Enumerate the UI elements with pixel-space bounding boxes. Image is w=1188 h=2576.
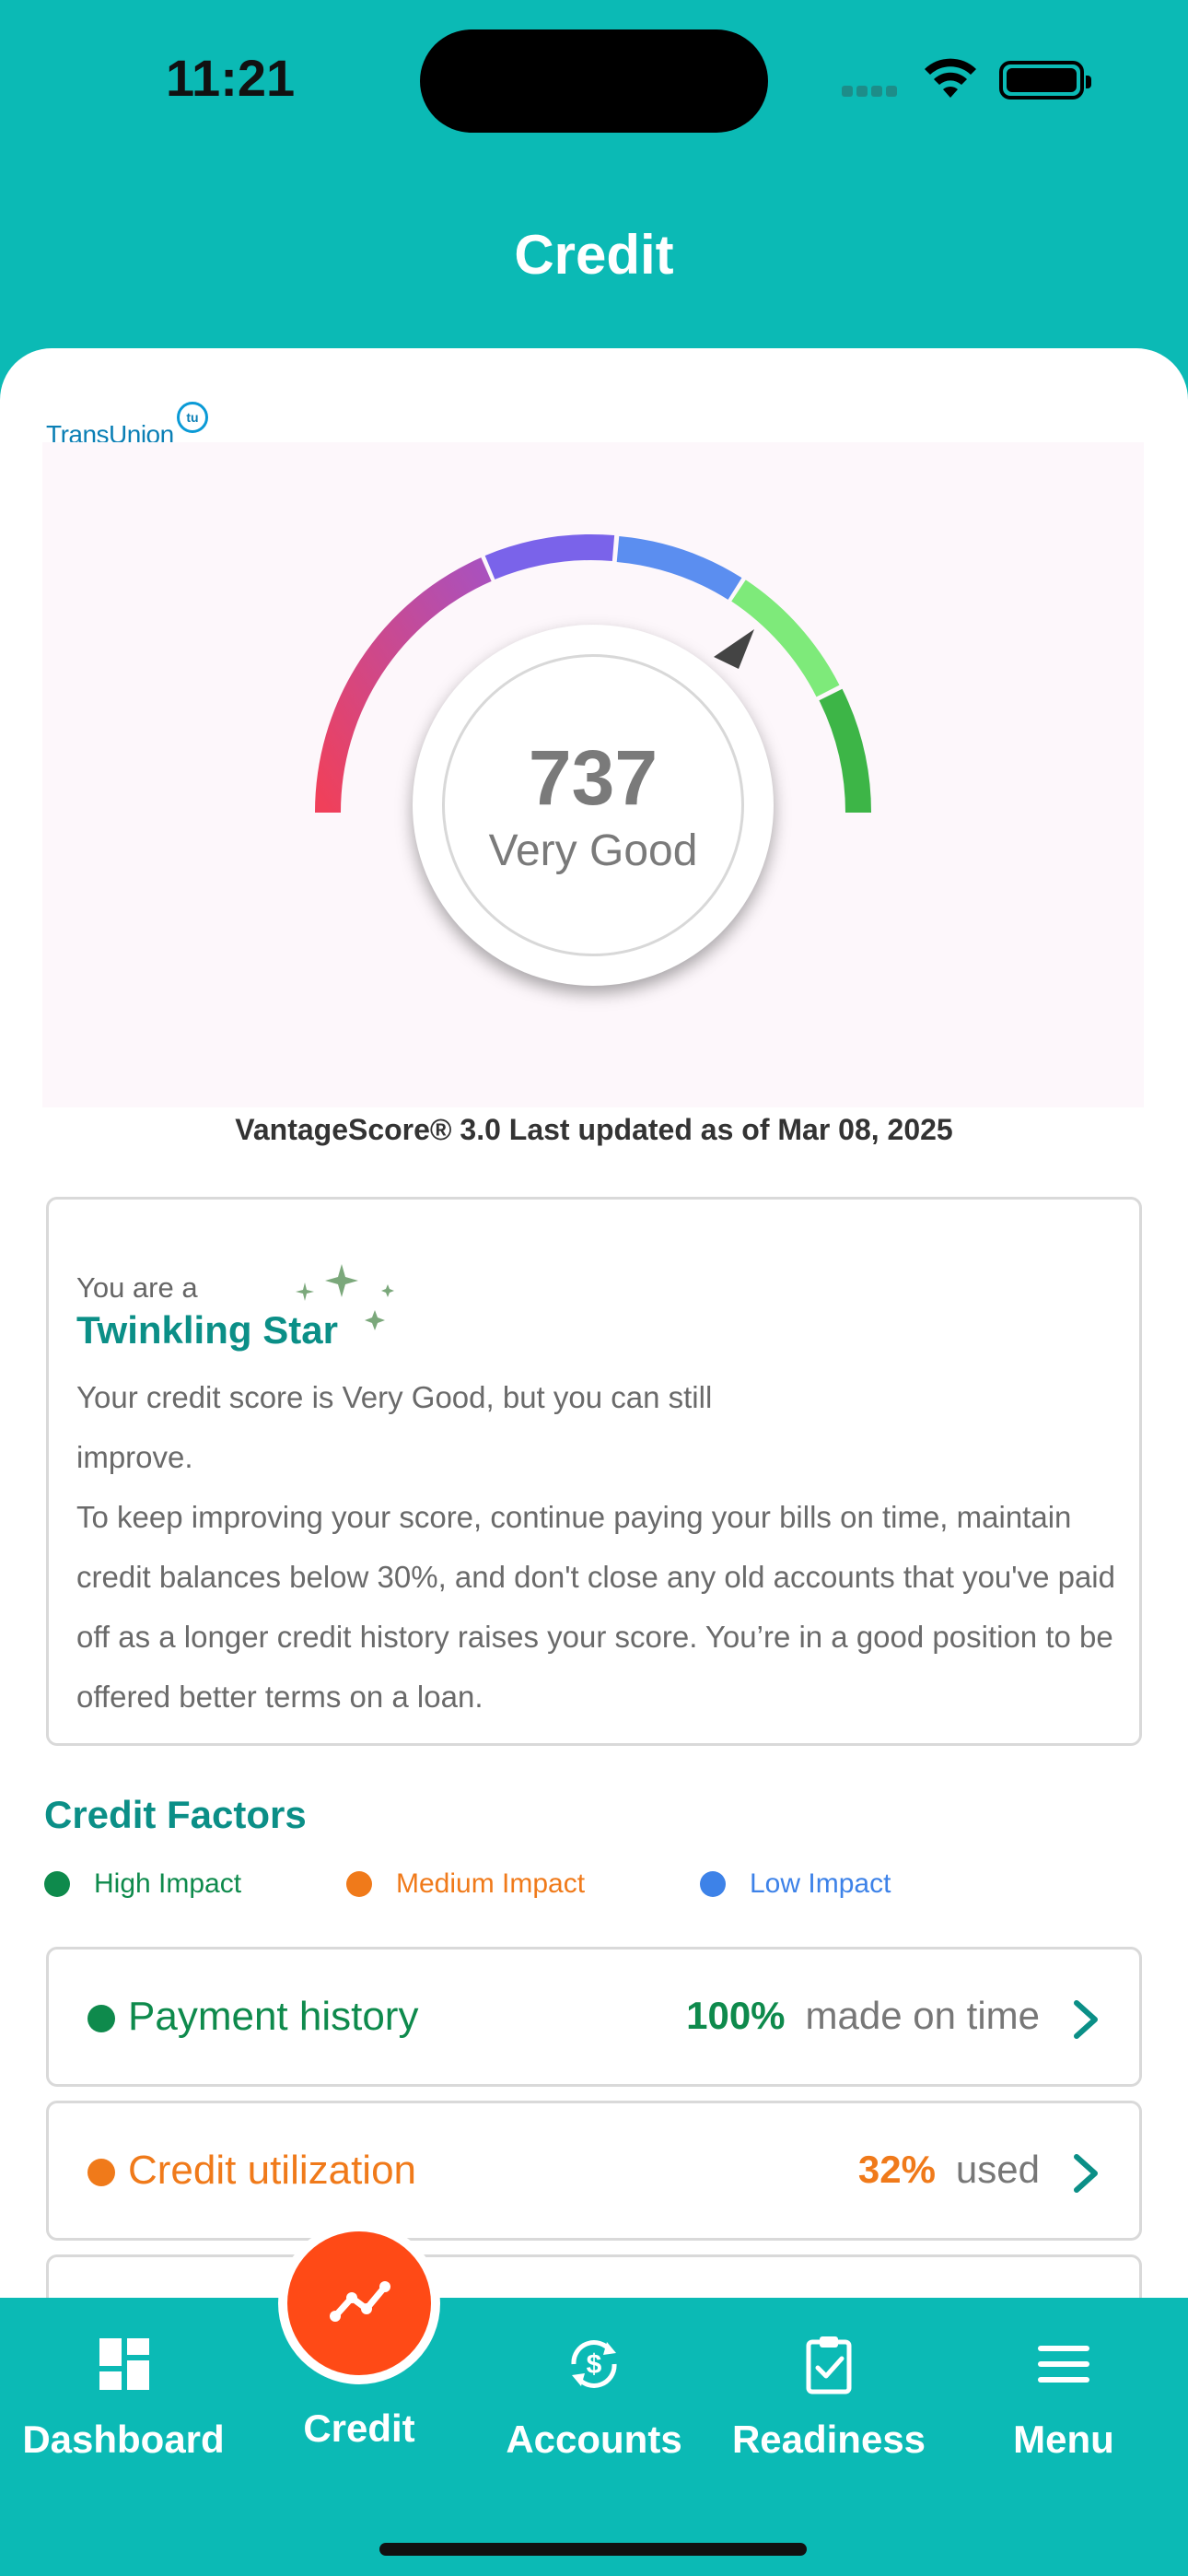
score-insight-card: You are a Twinkling Star Your credit sco…: [46, 1197, 1142, 1746]
bottom-tab-bar: Dashboard Credit $ Accounts Readiness Me…: [0, 2222, 1188, 2576]
gauge-segment-excellent: [819, 688, 871, 814]
high-impact-dot-icon: [87, 2005, 115, 2032]
gauge-segment-very-good: [731, 580, 840, 697]
factor-value: 100%: [686, 1994, 786, 2037]
factor-suffix: made on time: [805, 1994, 1040, 2037]
low-impact-dot-icon: [700, 1871, 726, 1897]
factor-value: 32%: [857, 2148, 936, 2191]
transunion-badge: tu: [177, 402, 208, 433]
cellular-signal-icon: [842, 85, 904, 98]
credit-score-rating: Very Good: [488, 826, 698, 875]
medium-impact-dot-icon: [87, 2159, 115, 2186]
score-model-info: VantageScore® 3.0 Last updated as of Mar…: [235, 1113, 953, 1146]
tab-accounts[interactable]: $ Accounts: [475, 2331, 713, 2462]
chevron-right-icon: [1074, 2000, 1098, 2039]
tab-readiness[interactable]: Readiness: [710, 2331, 948, 2462]
credit-fab-button[interactable]: [278, 2222, 440, 2384]
high-impact-dot-icon: [44, 1871, 70, 1897]
battery-icon: [999, 61, 1091, 100]
factor-credit-utilization[interactable]: Credit utilization 32% used: [46, 2101, 1142, 2241]
main-content[interactable]: TransUnion tu 737 Very Good VantageScore…: [0, 348, 1188, 2576]
credit-score-value: 737: [528, 734, 658, 821]
credit-factors-heading: Credit Factors: [44, 1793, 307, 1836]
tab-dashboard[interactable]: Dashboard: [5, 2331, 242, 2462]
credit-score-gauge: 737 Very Good: [42, 442, 1144, 1107]
gauge-segment-fair: [484, 534, 615, 580]
factor-name: Credit utilization: [128, 2148, 417, 2193]
clipboard-check-icon: [806, 2336, 852, 2395]
legend-high-impact: High Impact: [44, 1868, 241, 1900]
dashboard-icon: [99, 2338, 149, 2390]
legend-low-impact: Low Impact: [700, 1868, 891, 1900]
legend-medium-impact: Medium Impact: [346, 1868, 585, 1900]
wifi-icon: [925, 58, 976, 98]
insight-advice: To keep improving your score, continue p…: [76, 1500, 1115, 1714]
factor-name: Payment history: [128, 1994, 419, 2039]
chevron-right-icon: [1074, 2154, 1098, 2193]
sparkles-icon: [296, 1264, 394, 1330]
tab-menu[interactable]: Menu: [945, 2331, 1182, 2462]
status-time: 11:21: [166, 49, 296, 107]
factor-suffix: used: [955, 2148, 1040, 2191]
page-title: Credit: [514, 224, 674, 286]
insight-summary: Your credit score is Very Good, but you …: [76, 1380, 713, 1474]
insight-prefix: You are a: [76, 1271, 198, 1304]
factor-payment-history[interactable]: Payment history 100% made on time: [46, 1947, 1142, 2087]
chart-line-icon: [330, 2281, 390, 2322]
impact-legend: High Impact Medium Impact Low Impact: [44, 1868, 1140, 1905]
dollar-sync-icon: $: [571, 2340, 617, 2388]
score-dial: 737 Very Good: [413, 625, 774, 986]
tab-credit[interactable]: Credit: [240, 2406, 478, 2451]
hamburger-menu-icon: [1038, 2346, 1089, 2383]
medium-impact-dot-icon: [346, 1871, 372, 1897]
status-bar: 11:21: [0, 0, 1188, 157]
gauge-segment-good: [616, 536, 742, 600]
home-indicator[interactable]: [379, 2543, 807, 2556]
svg-text:$: $: [587, 2349, 602, 2380]
gauge-pointer: [714, 629, 754, 669]
dynamic-island: [420, 29, 768, 133]
